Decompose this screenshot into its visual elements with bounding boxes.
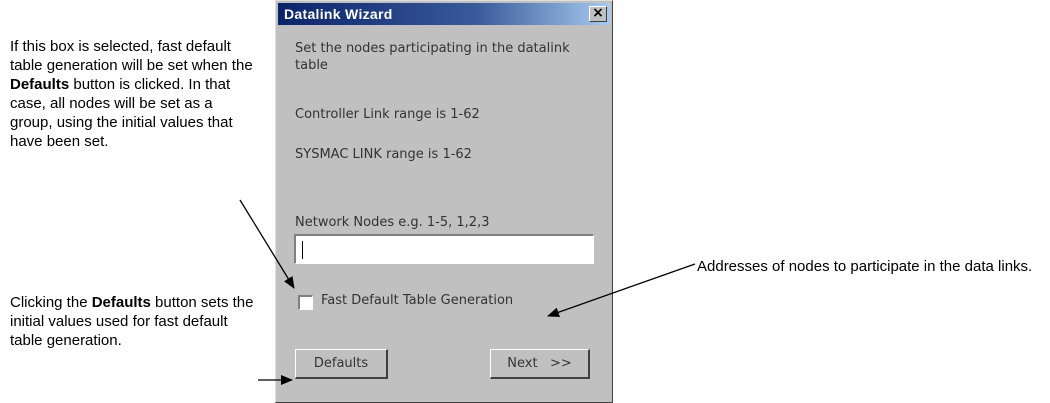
arrow-to-network-nodes [547, 263, 696, 318]
arrow-to-checkbox [239, 199, 295, 289]
callout-arrows [239, 199, 696, 385]
